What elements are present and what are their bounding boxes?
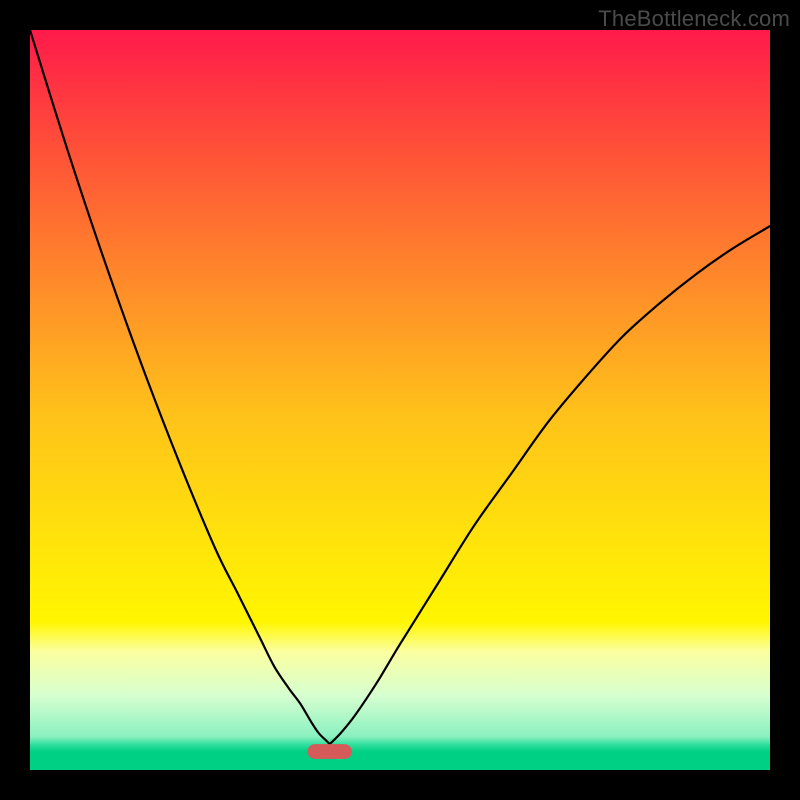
gradient-background	[30, 30, 770, 770]
outer-frame: TheBottleneck.com	[0, 0, 800, 800]
bottleneck-chart	[30, 30, 770, 770]
floor-marker	[308, 744, 352, 759]
watermark-text: TheBottleneck.com	[598, 6, 790, 32]
